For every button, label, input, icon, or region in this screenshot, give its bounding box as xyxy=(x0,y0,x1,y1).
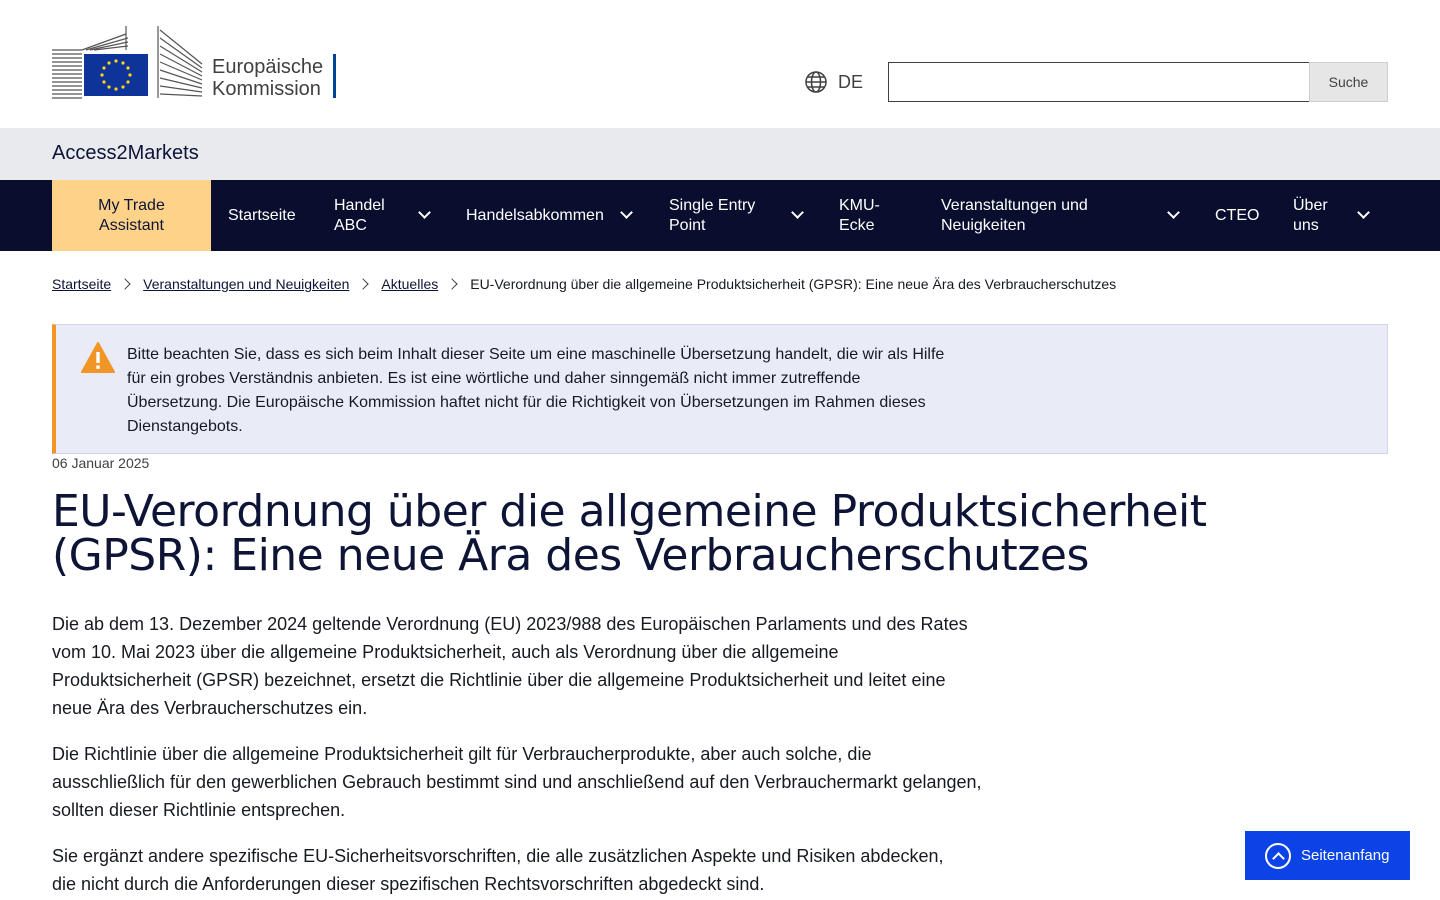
language-selector[interactable]: DE xyxy=(804,70,863,94)
nav-item-cteo[interactable]: CTEO xyxy=(1215,180,1259,251)
back-to-top-button[interactable]: Seitenanfang xyxy=(1245,831,1410,880)
nav-label: Über uns xyxy=(1293,196,1328,234)
nav-label: Single Entry Point xyxy=(669,196,756,234)
chevron-down-icon xyxy=(791,206,804,219)
site-name-bar: Access2Markets xyxy=(0,128,1440,180)
nav-label: CTEO xyxy=(1215,206,1260,224)
european-commission-logo[interactable]: Europäische Kommission xyxy=(52,24,342,102)
nav-item-handelsabkommen[interactable]: Handelsabkommen xyxy=(466,180,636,251)
page-title: EU-Verordnung über die allgemeine Produk… xyxy=(52,486,1207,581)
breadcrumb-link-veranstaltungen[interactable]: Veranstaltungen und Neuigkeiten xyxy=(143,276,349,292)
chevron-right-icon xyxy=(119,278,131,290)
nav-item-veranstaltungen[interactable]: Veranstaltungen und Neuigkeiten xyxy=(941,180,1181,251)
main-navigation: My Trade Assistant Startseite Handel ABC… xyxy=(0,180,1440,251)
search-button[interactable]: Suche xyxy=(1309,62,1388,102)
article-paragraph: Die Richtlinie über die allgemeine Produ… xyxy=(52,744,982,820)
logo-text: Europäische Kommission xyxy=(212,56,323,100)
breadcrumb-link-startseite[interactable]: Startseite xyxy=(52,276,111,292)
arrow-up-icon xyxy=(1265,842,1291,869)
logo-line-1: Europäische xyxy=(212,56,324,78)
notice-text: Bitte beachten Sie, dass es sich beim In… xyxy=(127,346,945,435)
site-name[interactable]: Access2Markets xyxy=(52,142,199,165)
machine-translation-notice: Bitte beachten Sie, dass es sich beim In… xyxy=(52,324,1388,454)
logo-line-2: Kommission xyxy=(212,78,321,100)
nav-item-single-entry-point[interactable]: Single Entry Point xyxy=(669,180,805,251)
breadcrumb: Startseite Veranstaltungen und Neuigkeit… xyxy=(52,274,1116,294)
nav-item-kmu-ecke[interactable]: KMU-Ecke xyxy=(839,180,909,251)
chevron-right-icon xyxy=(357,278,370,290)
breadcrumb-link-aktuelles[interactable]: Aktuelles xyxy=(381,276,438,292)
chevron-down-icon xyxy=(620,206,633,219)
nav-item-ueber-uns[interactable]: Über uns xyxy=(1293,180,1373,251)
article-date: 06 Januar 2025 xyxy=(52,455,150,471)
ec-emblem-icon xyxy=(52,26,203,99)
nav-item-my-trade-assistant[interactable]: My Trade Assistant xyxy=(52,180,211,251)
nav-label: Startseite xyxy=(228,206,296,224)
nav-item-startseite[interactable]: Startseite xyxy=(228,180,296,251)
nav-item-handel-abc[interactable]: Handel ABC xyxy=(334,180,434,251)
search-input[interactable] xyxy=(888,62,1310,102)
article-paragraph: Die ab dem 13. Dezember 2024 geltende Ve… xyxy=(52,614,968,718)
chevron-right-icon xyxy=(446,278,458,290)
article-paragraph: Sie ergänzt andere spezifische EU-Sicher… xyxy=(52,846,944,894)
breadcrumb-current: EU-Verordnung über die allgemeine Produk… xyxy=(470,276,1117,292)
back-to-top-label: Seitenanfang xyxy=(1301,847,1390,864)
chevron-down-icon xyxy=(1357,206,1370,219)
nav-label: My Trade Assistant xyxy=(98,196,165,234)
nav-label: Handelsabkommen xyxy=(466,206,604,224)
logo-divider xyxy=(333,54,336,98)
site-header: Europäische Kommission DE Suche xyxy=(0,0,1440,128)
chevron-down-icon xyxy=(418,206,431,219)
nav-label: Veranstaltungen und Neuigkeiten xyxy=(941,196,1088,234)
nav-label: Handel ABC xyxy=(334,196,385,234)
nav-label: KMU-Ecke xyxy=(839,196,880,234)
language-code: DE xyxy=(838,71,864,92)
chevron-down-icon xyxy=(1167,206,1180,219)
warning-icon xyxy=(81,342,115,373)
globe-icon xyxy=(805,71,827,93)
